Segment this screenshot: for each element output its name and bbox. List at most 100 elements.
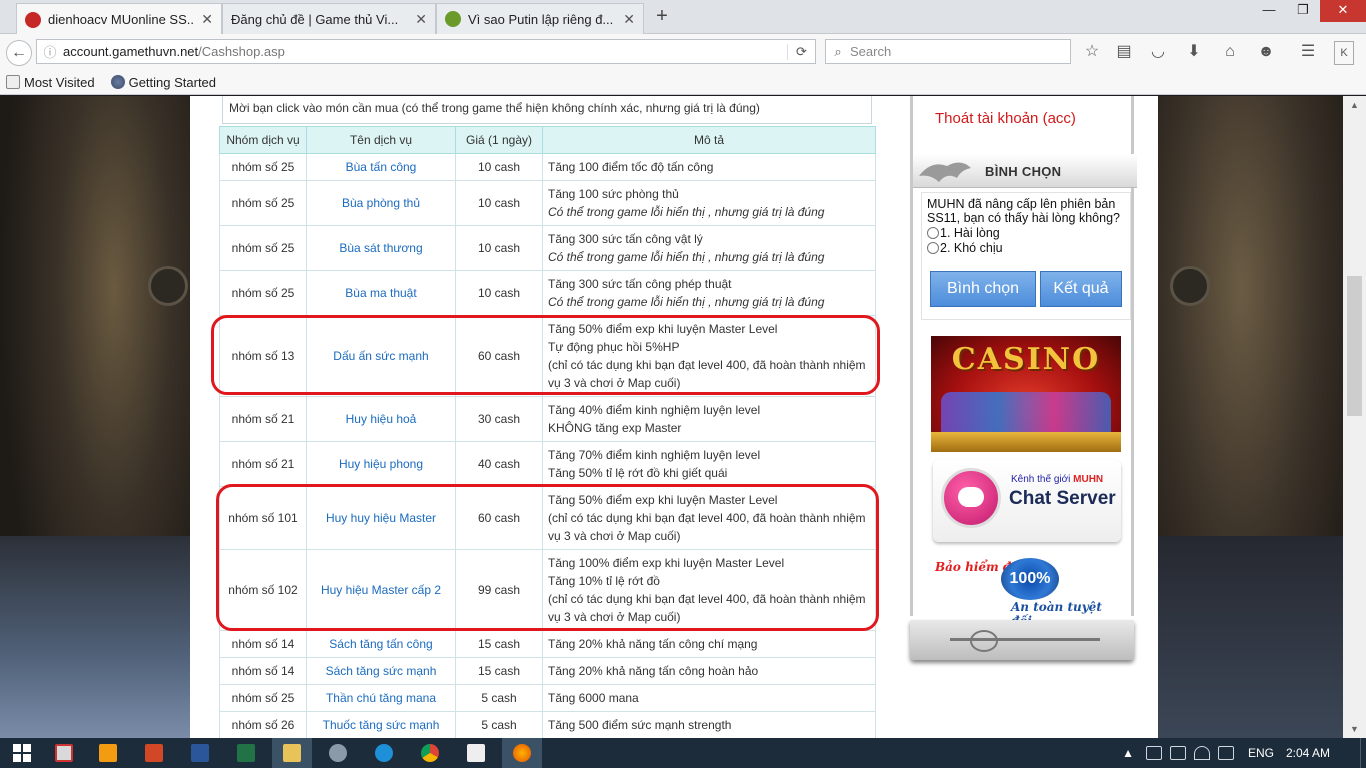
volume-icon[interactable]: [1217, 746, 1234, 760]
service-name-link[interactable]: Sách tăng tấn công: [306, 630, 456, 658]
service-name-link[interactable]: Thuốc tăng sức mạnh: [306, 711, 456, 738]
sword-icon: [950, 630, 1100, 652]
service-price: 5 cash: [455, 684, 543, 712]
url-domain: account.gamethuvn.net: [63, 44, 199, 59]
clock[interactable]: 2:04 AM: [1286, 746, 1330, 760]
service-name-link[interactable]: Bùa tấn công: [306, 153, 456, 181]
back-arrow-icon[interactable]: ←: [6, 40, 32, 66]
tab-close-icon[interactable]: ✕: [415, 11, 427, 28]
highlight-circle: [211, 315, 880, 395]
tab-title: dienhoacv MUonline SS...: [48, 12, 194, 27]
app-icon: [55, 744, 73, 762]
insurance-banner[interactable]: Bảo hiểm đồ 100% An toàn tuyệt đối: [935, 556, 1125, 628]
page-scrollbar[interactable]: ▲ ▼: [1343, 96, 1366, 738]
table-row[interactable]: nhóm số 26 Thuốc tăng sức mạnh 5 cash Tăng …: [219, 711, 876, 738]
restore-button[interactable]: ❐: [1286, 0, 1320, 22]
table-row[interactable]: nhóm số 21 Huy hiệu phong 40 cash Tăng 70% …: [219, 441, 876, 487]
bookmark-star-icon[interactable]: ☆: [1082, 41, 1102, 63]
tab-close-icon[interactable]: ✕: [623, 11, 635, 28]
table-row[interactable]: nhóm số 14 Sách tăng sức mạnh 15 cash Tăng …: [219, 657, 876, 685]
tab-active[interactable]: dienhoacv MUonline SS... ✕: [16, 3, 222, 35]
taskbar-app[interactable]: [226, 738, 266, 768]
download-icon[interactable]: ⬇: [1184, 41, 1204, 63]
sidebar-footer: [910, 620, 1134, 660]
description-line: Tăng 6000 mana: [548, 691, 639, 705]
battery-icon[interactable]: [1169, 746, 1186, 760]
search-input[interactable]: ⌕ Search: [825, 39, 1071, 64]
reload-icon[interactable]: ⟳: [787, 43, 815, 60]
table-row[interactable]: nhóm số 25 Thần chú tăng mana 5 cash Tăng 6…: [219, 684, 876, 712]
info-icon[interactable]: ⓘ: [37, 42, 63, 61]
taskbar-app[interactable]: [180, 738, 220, 768]
table-row[interactable]: nhóm số 25 Bùa tấn công 10 cash Tăng 100 đi…: [219, 153, 876, 181]
taskbar-app[interactable]: [44, 738, 84, 768]
pocket-icon[interactable]: ◡: [1148, 41, 1168, 63]
poll-option[interactable]: 1. Hài lòng: [927, 226, 1125, 240]
firefox-icon: [513, 744, 531, 762]
bookmark-most-visited[interactable]: Most Visited: [6, 75, 95, 90]
poll-question: MUHN đã nâng cấp lên phiên bản SS11, bạn…: [927, 197, 1120, 225]
menu-icon[interactable]: ☰: [1298, 41, 1318, 63]
results-button[interactable]: Kết quả: [1040, 271, 1122, 307]
taskbar-app[interactable]: [364, 738, 404, 768]
language-indicator[interactable]: ENG: [1248, 746, 1274, 760]
service-name-link[interactable]: Huy hiệu hoả: [306, 396, 456, 442]
tab-close-icon[interactable]: ✕: [201, 11, 213, 28]
taskbar-app[interactable]: [88, 738, 128, 768]
reading-list-icon[interactable]: ▤: [1114, 41, 1134, 63]
service-description: Tăng 300 sức tấn công vật lý Có thể trong…: [542, 225, 876, 271]
description-line: Tăng 20% khả năng tấn công hoàn hảo: [548, 664, 759, 678]
taskbar-app-firefox[interactable]: [502, 738, 542, 768]
scroll-down-icon[interactable]: ▼: [1343, 720, 1366, 738]
service-description: Tăng 100 sức phòng thủ Có thể trong game …: [542, 180, 876, 226]
taskbar-app[interactable]: [318, 738, 358, 768]
service-price: 10 cash: [455, 153, 543, 181]
service-name-link[interactable]: Huy hiệu phong: [306, 441, 456, 487]
url-text[interactable]: account.gamethuvn.net/Cashshop.asp: [63, 44, 787, 59]
vote-button[interactable]: Bình chọn: [930, 271, 1036, 307]
description-line: Tăng 100 sức phòng thủ: [548, 187, 679, 201]
table-row[interactable]: nhóm số 25 Bùa sát thương 10 cash Tăng 300 …: [219, 225, 876, 271]
tab-news[interactable]: Vì sao Putin lập riêng đ... ✕: [436, 3, 644, 34]
table-row[interactable]: nhóm số 25 Bùa phòng thủ 10 cash Tăng 100 s…: [219, 180, 876, 226]
poll-option-label: 2. Khó chịu: [940, 241, 1003, 255]
radio-button[interactable]: [927, 242, 939, 254]
chat-server-banner[interactable]: Kênh thế giới MUHN Chat Server: [933, 460, 1121, 542]
flag-icon[interactable]: [1145, 746, 1162, 760]
show-desktop-button[interactable]: [1360, 738, 1366, 768]
radio-button[interactable]: [927, 227, 939, 239]
chat-kicker-brand: MUHN: [1073, 474, 1104, 485]
address-bar[interactable]: ⓘ account.gamethuvn.net/Cashshop.asp ⟳: [36, 39, 816, 64]
tab-forum[interactable]: Đăng chủ đề | Game thủ Vi... ✕: [222, 3, 436, 34]
tray-chevron-icon[interactable]: ▲: [1122, 746, 1134, 760]
service-group: nhóm số 14: [219, 657, 307, 685]
table-row[interactable]: nhóm số 14 Sách tăng tấn công 15 cash Tăng …: [219, 630, 876, 658]
service-name-link[interactable]: Bùa ma thuật: [306, 270, 456, 316]
taskbar-app[interactable]: [272, 738, 312, 768]
table-row[interactable]: nhóm số 21 Huy hiệu hoả 30 cash Tăng 40% đi…: [219, 396, 876, 442]
service-name-link[interactable]: Sách tăng sức mạnh: [306, 657, 456, 685]
new-tab-button[interactable]: +: [650, 6, 674, 28]
home-icon[interactable]: ⌂: [1220, 41, 1240, 63]
scroll-thumb[interactable]: [1347, 276, 1362, 416]
taskbar-app[interactable]: [134, 738, 174, 768]
wifi-icon[interactable]: [1193, 746, 1210, 760]
casino-logo: CASINO: [951, 342, 1101, 377]
close-window-button[interactable]: ✕: [1320, 0, 1366, 22]
table-row[interactable]: nhóm số 25 Bùa ma thuật 10 cash Tăng 300 sứ…: [219, 270, 876, 316]
service-name-link[interactable]: Bùa sát thương: [306, 225, 456, 271]
scroll-up-icon[interactable]: ▲: [1343, 96, 1366, 114]
extension-icon[interactable]: K: [1334, 41, 1354, 65]
poll-option[interactable]: 2. Khó chịu: [927, 241, 1125, 255]
service-name-link[interactable]: Bùa phòng thủ: [306, 180, 456, 226]
taskbar-app[interactable]: [410, 738, 450, 768]
bookmark-getting-started[interactable]: Getting Started: [110, 75, 216, 90]
casino-banner[interactable]: CASINO: [931, 336, 1121, 452]
taskbar-app[interactable]: [456, 738, 496, 768]
start-button[interactable]: [0, 738, 44, 768]
logout-link[interactable]: Thoát tài khoản (acc): [935, 110, 1076, 127]
description-line: Tăng 20% khả năng tấn công chí mạng: [548, 637, 758, 651]
service-name-link[interactable]: Thần chú tăng mana: [306, 684, 456, 712]
minimize-button[interactable]: —: [1252, 0, 1286, 22]
hello-icon[interactable]: ☻: [1256, 41, 1276, 63]
